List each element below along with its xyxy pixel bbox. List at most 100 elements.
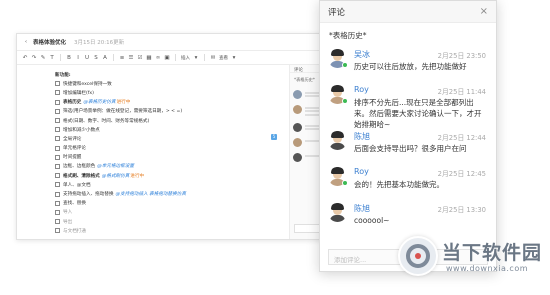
checkbox[interactable]: [55, 209, 60, 215]
link-icon[interactable]: ∞: [155, 55, 161, 61]
checklist-item[interactable]: 全局评论: [55, 134, 186, 143]
comment-author[interactable]: 陈旭: [354, 131, 370, 142]
mention-tag[interactable]: @表格历史仿真: [83, 99, 115, 105]
image-icon[interactable]: ▣: [164, 55, 170, 61]
checklist-item[interactable]: 时间提醒: [55, 153, 186, 162]
table-icon[interactable]: ▦: [146, 55, 152, 61]
document-title: 表格体验优化: [33, 40, 67, 46]
strikethrough-icon[interactable]: S: [93, 55, 99, 61]
avatar[interactable]: [328, 203, 347, 222]
checkbox[interactable]: [55, 200, 60, 206]
toolbar-divider: [204, 54, 205, 61]
comment-item[interactable]: 吴冰 2月25日 23:50 历史可以往后放放，先把功能做好: [328, 47, 488, 87]
mention-tag[interactable]: @支持拖动插入 表格拖动替换仿真: [116, 191, 186, 197]
checklist-item-text: 格式刷、清除格式: [63, 173, 100, 179]
checklist-item[interactable]: 增加和减少小数点: [55, 125, 186, 134]
watermark-logo-icon: [398, 236, 438, 276]
checkbox[interactable]: [55, 191, 60, 197]
mention-tag[interactable]: @格式刷仿真: [102, 173, 130, 179]
comment-text: 排序不分先后...现在只是全部都列出来。然后需要大家讨论确认一下，才开始排期哈~: [354, 98, 482, 129]
undo-icon[interactable]: ↶: [22, 55, 28, 61]
close-icon[interactable]: ×: [480, 6, 488, 17]
align-left-icon[interactable]: ≡: [119, 55, 125, 61]
checklist-item[interactable]: 边框、边框颜色 @单元格边框设置: [55, 162, 186, 171]
checklist-header-text: 新功能:: [55, 72, 71, 78]
toolbar-divider: [60, 54, 61, 61]
comment-panel-title: 评论: [328, 7, 346, 18]
checklist-item[interactable]: 格式刷、清除格式 @格式刷仿真 进行中: [55, 171, 186, 180]
back-arrow-icon[interactable]: ‹: [23, 39, 29, 45]
comment-author[interactable]: Roy: [354, 167, 369, 176]
comment-time: 2月25日 12:44: [437, 134, 486, 142]
clear-format-icon[interactable]: T: [49, 55, 55, 61]
checkbox[interactable]: [55, 163, 60, 169]
avatar[interactable]: [328, 131, 347, 150]
checklist-item[interactable]: 查找、替换: [55, 199, 186, 208]
checkbox[interactable]: [55, 90, 60, 96]
checkbox[interactable]: [55, 228, 60, 234]
toolbar-divider: [175, 54, 176, 61]
document-update-time: 3月15日 20:16更新: [74, 40, 125, 46]
checkbox[interactable]: [55, 136, 60, 142]
checkbox[interactable]: [55, 127, 60, 133]
document-titlebar: ‹ 表格体验优化 3月15日 20:16更新: [17, 34, 359, 51]
checkbox[interactable]: [55, 173, 60, 179]
checklist-item[interactable]: 格式(日期、数字、时间、财务等常规格式): [55, 116, 186, 125]
checklist-item-text: 查找、替换: [63, 201, 86, 207]
checklist-item[interactable]: 表格历史 @表格历史仿真 进行中: [55, 98, 186, 107]
checklist-item[interactable]: 与文档打通: [55, 226, 186, 235]
checklist-item-text: 快捷键和excel保持一致: [63, 81, 112, 87]
checklist-item-text: 支持拖动插入、拖动替换: [63, 192, 114, 198]
checkbox[interactable]: [55, 108, 60, 114]
online-status-icon: [342, 180, 348, 186]
checklist-item[interactable]: 支持拖动插入、拖动替换 @支持拖动插入 表格拖动替换仿真: [55, 189, 186, 198]
comment-item[interactable]: Roy 2月25日 11:44 排序不分先后...现在只是全部都列出来。然后需要大家…: [328, 83, 488, 129]
online-status-icon: [342, 98, 348, 104]
bold-icon[interactable]: B: [66, 55, 72, 61]
checklist-item-text: 导出: [63, 219, 73, 225]
checkbox[interactable]: [55, 99, 60, 105]
italic-icon[interactable]: I: [75, 55, 81, 61]
comment-item[interactable]: Roy 2月25日 12:45 会的！先把基本功能做完。: [328, 165, 488, 205]
checklist-item-text: 增加编辑栏(fx): [63, 90, 94, 96]
checklist-item[interactable]: 单元格评论: [55, 144, 186, 153]
comment-item[interactable]: 陈旭 2月25日 12:44 后面会支持导出吗？很多用户在问: [328, 129, 488, 169]
checklist-item[interactable]: 单人、@文档: [55, 180, 186, 189]
mention-tag[interactable]: @单元格边框设置: [97, 163, 134, 169]
comment-author[interactable]: Roy: [354, 85, 369, 94]
insert-menu[interactable]: 插入: [181, 55, 190, 61]
checkbox[interactable]: [55, 219, 60, 225]
collaborator-cursor: 5: [271, 134, 277, 140]
avatar: [293, 153, 302, 162]
view-menu[interactable]: 查看: [219, 55, 228, 61]
comment-author[interactable]: 陈旭: [354, 203, 370, 214]
comment-icon[interactable]: ✉: [210, 55, 216, 61]
document-toolbar: ↶ ↷ ✎ T B I U S A ≡ ☰ ☑ ▦ ∞ ▣ 插入 ▾ ✉ 查看 …: [17, 51, 359, 65]
redo-icon[interactable]: ↷: [31, 55, 37, 61]
format-painter-icon[interactable]: ✎: [40, 55, 46, 61]
checkbox[interactable]: [55, 182, 60, 188]
checklist-item-text: 与文档打通: [63, 228, 86, 234]
chevron-down-icon[interactable]: ▾: [231, 55, 237, 61]
checklist-item-text: 表格历史: [63, 100, 82, 106]
document-body[interactable]: 新功能: 快捷键和excel保持一致 增加编辑栏(fx) 表格历史 @表格历史仿真 进行…: [17, 65, 289, 239]
watermark: 当下软件园 www.downxia.com: [398, 232, 548, 288]
checkbox[interactable]: [55, 145, 60, 151]
checkbox[interactable]: [55, 154, 60, 160]
checklist-item[interactable]: 导出: [55, 217, 186, 226]
comment-author[interactable]: 吴冰: [354, 49, 370, 60]
checkbox[interactable]: [55, 118, 60, 124]
checklist-item[interactable]: 增加编辑栏(fx): [55, 88, 186, 97]
underline-icon[interactable]: U: [84, 55, 90, 61]
checklist-item[interactable]: 导入: [55, 208, 186, 217]
checkbox[interactable]: [55, 81, 60, 87]
checklist-icon[interactable]: ☑: [137, 55, 143, 61]
font-color-icon[interactable]: A: [102, 55, 108, 61]
watermark-url: www.downxia.com: [446, 264, 529, 273]
checklist-item[interactable]: 快捷键和excel保持一致: [55, 79, 186, 88]
checklist-item-text: 格式(日期、数字、时间、财务等常规格式): [63, 118, 150, 124]
checklist-item[interactable]: 筛选(用户场景举例：做在线登记，需要筛选日期，> < =): [55, 107, 186, 116]
checklist-item-text: 全局评论: [63, 136, 82, 142]
chevron-down-icon[interactable]: ▾: [193, 55, 199, 61]
list-icon[interactable]: ☰: [128, 55, 134, 61]
